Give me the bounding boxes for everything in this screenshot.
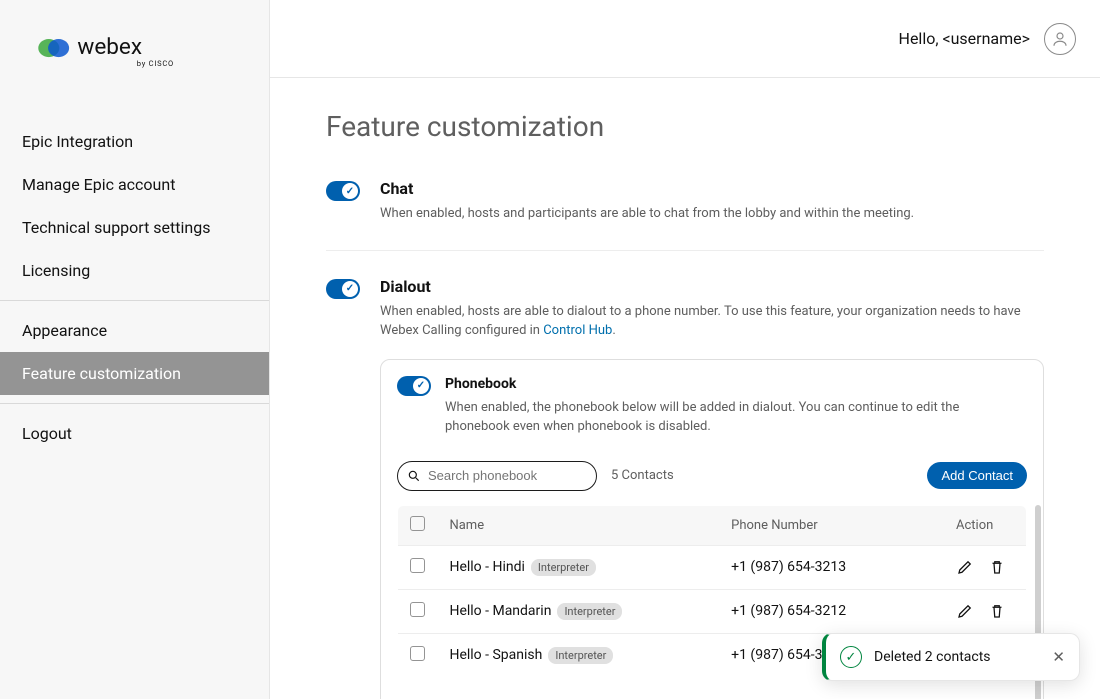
- svg-text:by CISCO: by CISCO: [137, 59, 174, 68]
- dialout-toggle[interactable]: [326, 279, 360, 299]
- table-row: Hello - Hindi Interpreter +1 (987) 654-32…: [398, 545, 1027, 589]
- dialout-desc-post: .: [612, 323, 615, 338]
- nav-divider: [0, 403, 269, 404]
- dialout-title: Dialout: [380, 277, 1044, 296]
- select-all-checkbox[interactable]: [410, 516, 425, 531]
- chat-description: When enabled, hosts and participants are…: [380, 204, 1044, 224]
- delete-icon[interactable]: [988, 558, 1006, 576]
- contact-count: 5 Contacts: [611, 468, 674, 483]
- interpreter-tag: Interpreter: [548, 647, 613, 664]
- chat-toggle[interactable]: [326, 181, 360, 201]
- search-box: [397, 461, 597, 491]
- success-icon: ✓: [840, 646, 862, 668]
- sidebar-item-logout[interactable]: Logout: [0, 412, 269, 455]
- content: Feature customization Chat When enabled,…: [270, 78, 1100, 699]
- add-contact-button[interactable]: Add Contact: [927, 462, 1027, 489]
- phonebook-header: Phonebook When enabled, the phonebook be…: [397, 376, 1027, 449]
- row-checkbox[interactable]: [410, 646, 425, 661]
- feature-chat: Chat When enabled, hosts and participant…: [326, 179, 1044, 251]
- topbar: Hello, <username>: [270, 0, 1100, 78]
- svg-text:webex: webex: [77, 33, 142, 60]
- contact-phone: +1 (987) 654-3212: [719, 589, 944, 633]
- contact-phone: +1 (987) 654-3213: [719, 545, 944, 589]
- dialout-description: When enabled, hosts are able to dialout …: [380, 302, 1044, 341]
- row-checkbox[interactable]: [410, 558, 425, 573]
- page-title: Feature customization: [326, 110, 1044, 143]
- sidebar-item-manage-epic[interactable]: Manage Epic account: [0, 163, 269, 206]
- search-icon: [407, 469, 421, 483]
- row-checkbox[interactable]: [410, 602, 425, 617]
- logo: webex by CISCO: [0, 0, 269, 100]
- chat-title: Chat: [380, 179, 1044, 198]
- search-input[interactable]: [397, 461, 597, 491]
- control-hub-link[interactable]: Control Hub: [543, 323, 612, 338]
- avatar-icon[interactable]: [1044, 23, 1076, 55]
- toast-message: Deleted 2 contacts: [874, 649, 1040, 665]
- phonebook-toolbar: 5 Contacts Add Contact: [397, 461, 1027, 491]
- nav-divider: [0, 300, 269, 301]
- phonebook-description: When enabled, the phonebook below will b…: [445, 398, 1027, 437]
- dialout-desc-pre: When enabled, hosts are able to dialout …: [380, 304, 1021, 339]
- sidebar-item-epic-integration[interactable]: Epic Integration: [0, 120, 269, 163]
- interpreter-tag: Interpreter: [531, 559, 596, 576]
- column-phone: Phone Number: [719, 505, 944, 545]
- edit-icon[interactable]: [956, 558, 974, 576]
- sidebar: webex by CISCO Epic Integration Manage E…: [0, 0, 270, 699]
- column-name: Name: [437, 505, 719, 545]
- toast-notification: ✓ Deleted 2 contacts ✕: [822, 633, 1080, 681]
- sidebar-item-feature-customization[interactable]: Feature customization: [0, 352, 269, 395]
- column-action: Action: [944, 505, 1027, 545]
- interpreter-tag: Interpreter: [557, 603, 622, 620]
- nav: Epic Integration Manage Epic account Tec…: [0, 100, 269, 455]
- phonebook-toggle[interactable]: [397, 376, 431, 396]
- contact-name: Hello - Mandarin: [449, 603, 551, 619]
- phonebook-title: Phonebook: [445, 376, 1027, 392]
- sidebar-item-licensing[interactable]: Licensing: [0, 249, 269, 292]
- sidebar-item-tech-support[interactable]: Technical support settings: [0, 206, 269, 249]
- table-row: Hello - Mandarin Interpreter +1 (987) 654…: [398, 589, 1027, 633]
- contact-name: Hello - Spanish: [449, 647, 542, 663]
- main: Hello, <username> Feature customization …: [270, 0, 1100, 699]
- user-greeting: Hello, <username>: [899, 29, 1030, 48]
- close-icon[interactable]: ✕: [1052, 648, 1065, 666]
- contact-name: Hello - Hindi: [449, 559, 524, 575]
- sidebar-item-appearance[interactable]: Appearance: [0, 309, 269, 352]
- edit-icon[interactable]: [956, 602, 974, 620]
- delete-icon[interactable]: [988, 602, 1006, 620]
